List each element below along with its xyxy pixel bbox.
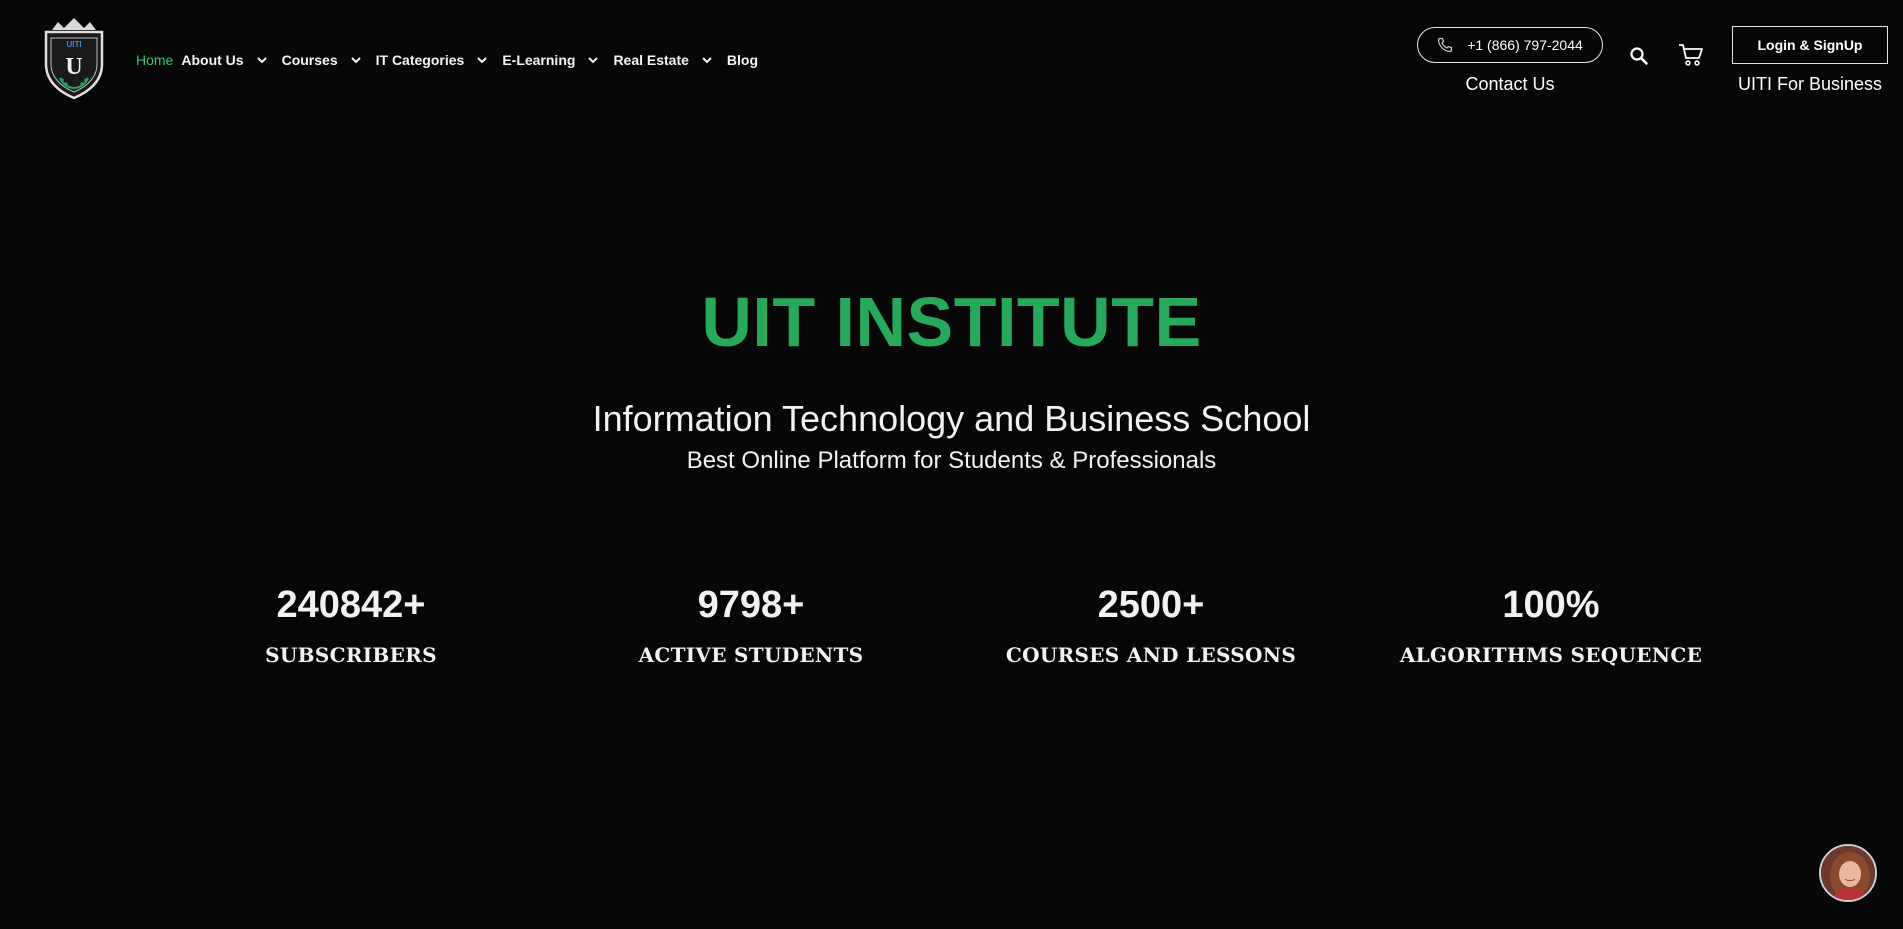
phone-number: +1 (866) 797-2044 — [1467, 37, 1583, 53]
nav-item-real-estate[interactable]: Real Estate — [613, 52, 712, 68]
stat-algorithms-sequence: 100% ALGORITHMS SEQUENCE — [1381, 584, 1721, 667]
stat-value: 240842+ — [276, 584, 426, 626]
nav-item-label: E-Learning — [502, 52, 576, 68]
stat-label: ACTIVE STUDENTS — [638, 643, 864, 667]
stat-label: SUBSCRIBERS — [265, 643, 437, 667]
stat-label: ALGORITHMS SEQUENCE — [1399, 643, 1703, 667]
nav-item-about-us[interactable]: About Us — [181, 52, 267, 68]
uiti-for-business-link[interactable]: UITI For Business — [1732, 74, 1888, 95]
cart-icon[interactable] — [1678, 43, 1704, 67]
contact-us-link[interactable]: Contact Us — [1417, 74, 1603, 95]
page: UITI U Home About Us Courses IT Categori… — [0, 0, 1903, 929]
nav-item-blog[interactable]: Blog — [727, 52, 758, 68]
stat-label: COURSES AND LESSONS — [1005, 643, 1297, 667]
phone-icon — [1438, 37, 1453, 53]
nav-item-label: Blog — [726, 52, 759, 68]
nav-item-label: Real Estate — [613, 52, 689, 68]
stat-value: 9798+ — [697, 584, 805, 626]
search-icon[interactable] — [1629, 46, 1649, 66]
nav-item-label: Courses — [281, 52, 338, 68]
chevron-down-icon — [256, 57, 267, 64]
chevron-down-icon — [702, 57, 712, 64]
site-logo[interactable]: UITI U — [38, 16, 110, 100]
main-nav: Home About Us Courses IT Categories E-Le… — [136, 50, 758, 70]
svg-text:U: U — [65, 54, 82, 80]
stat-courses-lessons: 2500+ COURSES AND LESSONS — [981, 584, 1321, 667]
shield-logo-icon: UITI U — [44, 18, 104, 100]
logo-text: UITI — [66, 40, 81, 49]
phone-button[interactable]: +1 (866) 797-2044 — [1417, 27, 1603, 63]
chevron-down-icon — [588, 57, 599, 64]
nav-item-label: About Us — [181, 52, 244, 68]
hero-tagline: Best Online Platform for Students & Prof… — [686, 447, 1217, 474]
chat-support-avatar[interactable] — [1819, 844, 1877, 902]
stat-subscribers: 240842+ SUBSCRIBERS — [181, 584, 521, 667]
hero-subtitle: Information Technology and Business Scho… — [592, 398, 1311, 439]
nav-item-it-categories[interactable]: IT Categories — [376, 52, 489, 68]
chevron-down-icon — [350, 57, 361, 64]
stat-active-students: 9798+ ACTIVE STUDENTS — [581, 584, 921, 667]
stat-value: 100% — [1502, 584, 1600, 626]
nav-item-e-learning[interactable]: E-Learning — [502, 52, 599, 68]
login-signup-button[interactable]: Login & SignUp — [1732, 26, 1888, 64]
avatar-icon — [1821, 846, 1875, 900]
hero-title: UIT INSTITUTE — [701, 283, 1202, 361]
nav-item-courses[interactable]: Courses — [282, 52, 362, 68]
nav-item-home[interactable]: Home — [136, 52, 173, 68]
chevron-down-icon — [477, 57, 488, 64]
stat-value: 2500+ — [1097, 584, 1205, 626]
nav-item-label: Home — [136, 52, 174, 68]
nav-item-label: IT Categories — [375, 52, 465, 68]
